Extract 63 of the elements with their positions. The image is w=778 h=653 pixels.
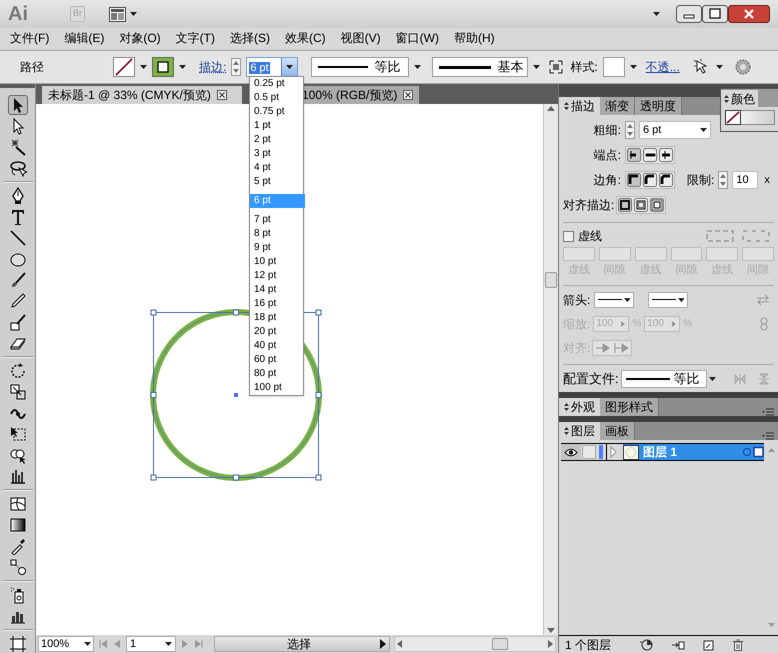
panel-tab[interactable]: 图层 (559, 422, 600, 440)
list-option[interactable]: 12 pt (250, 269, 303, 283)
field-label: 限制: (687, 172, 714, 189)
menu-item[interactable]: 编辑(E) (58, 29, 110, 47)
style-label: 样式: (570, 59, 598, 76)
field-label: 对齐描边: (563, 197, 614, 214)
list-option[interactable]: 3 pt (250, 147, 303, 161)
list-option[interactable]: 16 pt (250, 297, 303, 311)
panel-tab[interactable]: 外观 (559, 398, 600, 416)
artboard-field[interactable]: 1 (126, 636, 176, 652)
weight-field[interactable]: 6 pt (639, 121, 711, 139)
field-label: 粗细: (592, 122, 621, 139)
list-option[interactable]: 5 pt (250, 175, 303, 189)
list-option[interactable]: 2 pt (250, 133, 303, 147)
menu-item[interactable]: 效果(C) (278, 29, 332, 47)
status-tool-menu[interactable]: 选择 (214, 636, 390, 652)
document-tab[interactable]: 未标题-1 @ 33% (CMYK/预览) (42, 86, 242, 104)
unit-label: x (764, 172, 770, 188)
menu-item[interactable]: 文字(T) (170, 29, 221, 47)
variable-width-profile-dropdown[interactable]: 等比 (311, 57, 410, 77)
menu-item[interactable]: 选择(S) (224, 29, 276, 47)
list-option[interactable]: 60 pt (250, 353, 303, 367)
menu-item[interactable]: 帮助(H) (448, 29, 501, 47)
list-option[interactable]: 18 pt (250, 311, 303, 325)
menu-item[interactable]: 文件(F) (4, 29, 56, 47)
unit-label: % (632, 317, 642, 331)
list-option[interactable]: 0.75 pt (250, 105, 303, 119)
menu-item[interactable]: 视图(V) (334, 29, 387, 47)
panel-tab[interactable]: 描边 (559, 97, 600, 115)
panel-tab[interactable]: 画板 (600, 422, 635, 440)
list-option[interactable]: 80 pt (250, 367, 303, 381)
panel-tab[interactable]: 图形样式 (600, 398, 659, 416)
field-label: 端点: (592, 147, 621, 164)
menu-item[interactable]: 对象(O) (113, 29, 167, 47)
layer-count-label: 1 个图层 (565, 636, 612, 653)
list-option[interactable]: 8 pt (250, 227, 303, 241)
field-label: 边角: (592, 172, 621, 189)
field-label: 箭头: (563, 292, 590, 308)
selection-type-label: 路径 (20, 59, 45, 76)
app-logo: Ai (8, 2, 29, 27)
zoom-field[interactable]: 100% (38, 636, 94, 652)
stroke-link[interactable]: 描边: (199, 58, 226, 76)
stroke-weight-field[interactable]: 6 pt (246, 57, 298, 77)
list-option[interactable]: 20 pt (250, 325, 303, 339)
list-option[interactable]: 4 pt (250, 161, 303, 175)
profile-dropdown[interactable]: 等比 (620, 370, 707, 388)
list-option[interactable]: 7 pt (250, 213, 303, 227)
limit-field[interactable]: 10 (732, 171, 758, 189)
panel-tab[interactable]: 颜色 (721, 90, 758, 107)
panel-tab[interactable]: 渐变 (600, 97, 635, 115)
opacity-link[interactable]: 不透... (646, 58, 680, 76)
list-option[interactable]: 10 pt (250, 255, 303, 269)
list-option[interactable]: 40 pt (250, 339, 303, 353)
panel-tab[interactable]: 透明度 (635, 97, 682, 115)
list-option[interactable]: 9 pt (250, 241, 303, 255)
unit-label: % (683, 317, 692, 331)
menu-item[interactable]: 窗口(W) (390, 29, 445, 47)
brush-definition-dropdown[interactable]: 基本 (432, 57, 528, 77)
list-option[interactable]: 100 pt (250, 381, 303, 395)
list-option[interactable]: 1 pt (250, 119, 303, 133)
field-label: 配置文件: (563, 370, 619, 388)
list-option[interactable]: 14 pt (250, 283, 303, 297)
checkbox-label: 虚线 (578, 228, 602, 245)
